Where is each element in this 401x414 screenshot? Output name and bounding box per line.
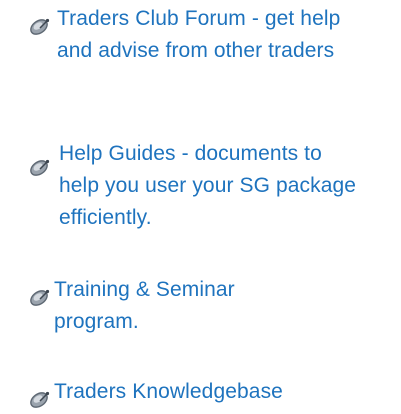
link-item-training-seminar[interactable]: Training & Seminar program. — [28, 274, 388, 354]
satellite-dish-icon — [28, 157, 52, 177]
satellite-dish-icon — [28, 16, 52, 36]
link-item-traders-club-forum[interactable]: Traders Club Forum - get help and advise… — [28, 3, 388, 115]
resource-link-list: Traders Club Forum - get help and advise… — [0, 0, 401, 414]
link-item-help-guides[interactable]: Help Guides - documents to help you user… — [28, 138, 388, 250]
link-label[interactable]: Traders Knowledgebase — [54, 376, 384, 408]
link-label[interactable]: Help Guides - documents to help you user… — [59, 138, 359, 234]
link-item-traders-knowledgebase[interactable]: Traders Knowledgebase — [28, 376, 388, 414]
satellite-dish-icon — [28, 287, 52, 307]
link-label[interactable]: Traders Club Forum - get help and advise… — [57, 3, 347, 67]
satellite-dish-icon — [28, 389, 52, 409]
link-label[interactable]: Training & Seminar program. — [54, 274, 304, 338]
